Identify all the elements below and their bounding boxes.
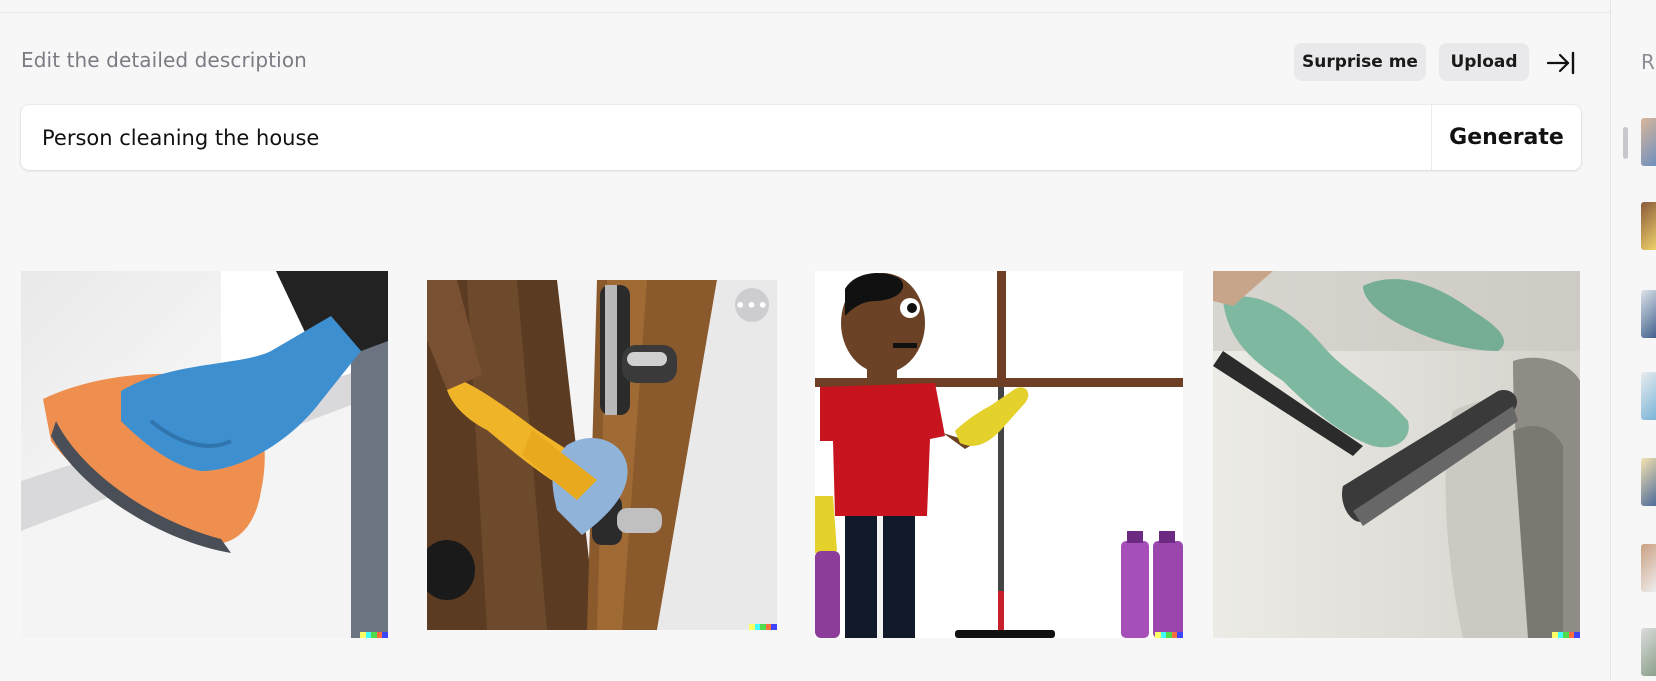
result-image-3[interactable] (815, 271, 1183, 638)
prompt-bar: Generate (21, 105, 1581, 170)
result-image-1[interactable] (21, 271, 388, 638)
watermark-swatch (771, 624, 777, 630)
result-image-1-art (21, 271, 388, 638)
history-thumbnail[interactable] (1641, 118, 1656, 166)
history-thumbnail[interactable] (1641, 628, 1656, 676)
generate-button[interactable]: Generate (1432, 105, 1581, 170)
result-image-4-art (1213, 271, 1580, 638)
upload-button[interactable]: Upload (1439, 43, 1529, 81)
watermark (749, 624, 777, 630)
watermark (360, 632, 388, 638)
watermark-swatch (382, 632, 388, 638)
watermark-swatch (1574, 632, 1580, 638)
history-thumbnail[interactable] (1641, 290, 1656, 338)
result-image-2[interactable]: ••• (427, 280, 777, 630)
page-heading: Edit the detailed description (21, 48, 307, 72)
top-divider (0, 12, 1610, 13)
result-image-3-art (815, 271, 1183, 638)
main-area: Edit the detailed description Surprise m… (0, 0, 1610, 681)
history-thumbnail[interactable] (1641, 544, 1656, 592)
prompt-input[interactable] (21, 105, 1431, 170)
history-thumbnail[interactable] (1641, 458, 1656, 506)
watermark (1552, 632, 1580, 638)
collapse-right-icon[interactable] (1546, 48, 1576, 78)
surprise-me-button[interactable]: Surprise me (1294, 43, 1426, 81)
result-image-4[interactable] (1213, 271, 1580, 638)
watermark (1155, 632, 1183, 638)
history-panel: R (1610, 0, 1656, 681)
history-panel-title: R (1641, 50, 1655, 74)
watermark-swatch (1177, 632, 1183, 638)
history-thumbnail[interactable] (1641, 202, 1656, 250)
more-options-button[interactable]: ••• (735, 288, 769, 322)
history-thumbnail[interactable] (1641, 372, 1656, 420)
result-image-2-art (427, 280, 777, 630)
history-scrollbar[interactable] (1623, 127, 1628, 159)
